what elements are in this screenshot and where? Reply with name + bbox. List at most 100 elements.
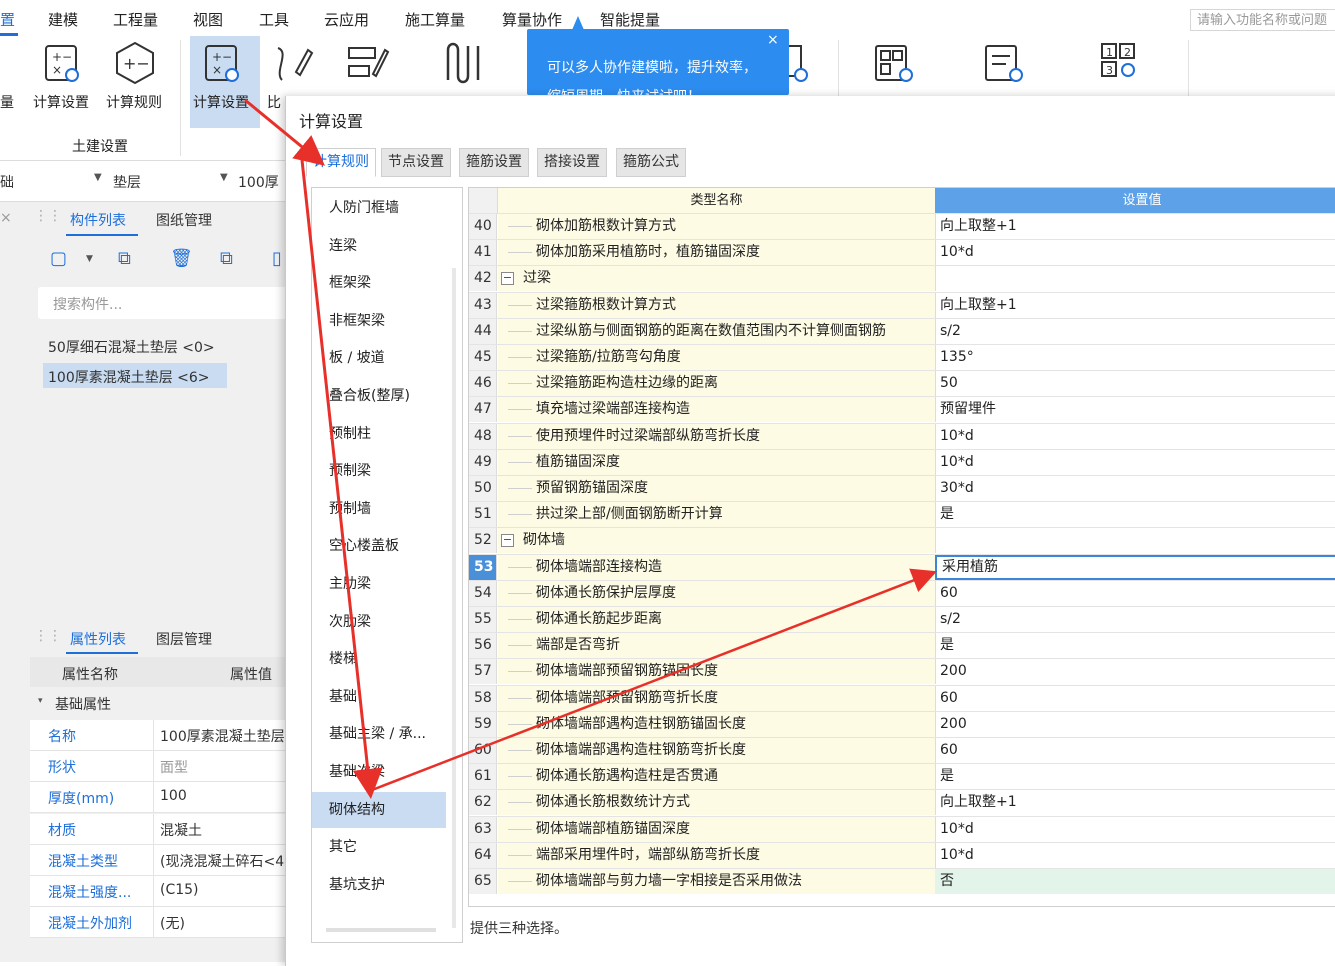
setting-value-cell[interactable]: 10*d: [935, 424, 1335, 449]
table-row[interactable]: 44 过梁纵筋与侧面钢筋的距离在数值范围内不计算侧面钢筋 s/2: [469, 317, 1335, 344]
setting-value-cell[interactable]: 向上取整+1: [935, 293, 1335, 318]
tab-node-settings[interactable]: 节点设置: [381, 148, 451, 177]
category-item[interactable]: 板 / 坡道: [312, 340, 446, 376]
category-h-scrollbar[interactable]: [326, 928, 436, 932]
table-row[interactable]: 45 过梁箍筋/拉筋弯勾角度 135°: [469, 344, 1335, 370]
setting-value-cell[interactable]: 10*d: [935, 843, 1335, 868]
tab-stirrup-settings[interactable]: 箍筋设置: [459, 148, 529, 177]
table-row[interactable]: 59 砌体墙端部遇构造柱钢筋锚固长度 200: [469, 710, 1335, 737]
category-item[interactable]: 叠合板(整厚): [312, 378, 446, 414]
table-row[interactable]: 42− 过梁: [469, 265, 1335, 292]
setting-value-cell[interactable]: 60: [935, 686, 1335, 711]
collapse-icon[interactable]: −: [501, 534, 514, 548]
setting-value-cell[interactable]: 50: [935, 371, 1335, 396]
table-row[interactable]: 64 端部采用埋件时，端部纵筋弯折长度 10*d: [469, 841, 1335, 868]
table-row[interactable]: 47 填充墙过梁端部连接构造 预留埋件: [469, 396, 1335, 423]
setting-value-cell[interactable]: 10*d: [935, 240, 1335, 265]
rebar-shape-icon[interactable]: [440, 40, 486, 86]
list-item[interactable]: 50厚细石混凝土垫层 <0>: [48, 337, 215, 357]
setting-value-cell[interactable]: 10*d: [935, 450, 1335, 475]
table-row[interactable]: 60 砌体墙端部遇构造柱钢筋弯折长度 60: [469, 737, 1335, 763]
setting-value-cell[interactable]: s/2: [935, 319, 1335, 344]
table-row[interactable]: 54 砌体通长筋保护层厚度 60: [469, 579, 1335, 606]
tab-drawing-mgmt[interactable]: 图纸管理: [156, 210, 212, 230]
setting-value-cell[interactable]: 向上取整+1: [935, 214, 1335, 239]
table-row[interactable]: 55 砌体通长筋起步距离 s/2: [469, 606, 1335, 632]
category-item[interactable]: 框架梁: [312, 265, 446, 301]
drag-handle-icon[interactable]: ⋮⋮: [34, 628, 62, 644]
category-item[interactable]: 基础: [312, 679, 446, 715]
edit-settings-icon[interactable]: [345, 40, 391, 86]
property-value[interactable]: 混凝土: [160, 820, 285, 840]
new-component-icon[interactable]: ▢: [50, 248, 67, 269]
table-row[interactable]: 50 预留钢筋锚固深度 30*d: [469, 475, 1335, 501]
category-item[interactable]: 次肋梁: [312, 604, 446, 640]
menu-item-collaboration[interactable]: 算量协作: [502, 9, 562, 30]
floor-dropdown-left[interactable]: 础: [0, 172, 14, 192]
grid-settings-icon[interactable]: [872, 42, 918, 88]
duplicate-icon[interactable]: ⧉: [220, 248, 233, 269]
category-item[interactable]: 预制梁: [312, 453, 446, 489]
chevron-down-icon[interactable]: ▼: [94, 172, 102, 183]
calc-settings-2-icon[interactable]: +− ×: [200, 42, 246, 88]
setting-value-cell[interactable]: 200: [935, 712, 1335, 737]
component-search-input[interactable]: 搜索构件...: [38, 287, 290, 319]
menu-item-modeling[interactable]: 建模: [48, 9, 78, 30]
setting-value-cell[interactable]: 是: [935, 633, 1335, 658]
setting-value-cell[interactable]: 60: [935, 581, 1335, 606]
copy-icon[interactable]: ⧉: [118, 248, 131, 269]
property-value[interactable]: 面型: [160, 757, 285, 777]
table-row[interactable]: 57 砌体墙端部预留钢筋锚固长度 200: [469, 658, 1335, 685]
chevron-down-icon[interactable]: ▼: [220, 172, 228, 183]
collapse-icon[interactable]: ▾: [38, 696, 43, 706]
category-item[interactable]: 砌体结构: [312, 791, 446, 828]
setting-value-cell[interactable]: 200: [935, 659, 1335, 684]
category-item[interactable]: 空心楼盖板: [312, 528, 446, 564]
setting-value-cell[interactable]: 是: [935, 764, 1335, 789]
table-row[interactable]: 56 端部是否弯折 是: [469, 632, 1335, 659]
menu-item-settings[interactable]: 置: [0, 9, 15, 30]
category-scrollbar[interactable]: [452, 268, 456, 928]
setting-value-cell[interactable]: 135°: [935, 345, 1335, 370]
category-item[interactable]: 楼梯: [312, 641, 446, 677]
function-search-input[interactable]: 请输入功能名称或问题: [1190, 9, 1335, 31]
setting-value-cell[interactable]: 是: [935, 502, 1335, 527]
menu-item-tools[interactable]: 工具: [259, 9, 289, 30]
table-row[interactable]: 40 砌体加筋根数计算方式 向上取整+1: [469, 213, 1335, 239]
tab-calc-rules[interactable]: 计算规则: [306, 148, 376, 177]
numbered-settings-icon[interactable]: 1 2 3: [1098, 40, 1144, 86]
menu-item-construction[interactable]: 施工算量: [405, 9, 465, 30]
setting-value-dropdown[interactable]: 采用植筋: [935, 554, 1335, 580]
tab-stirrup-formula[interactable]: 箍筋公式: [616, 148, 686, 177]
layer-icon[interactable]: ▯: [272, 248, 282, 269]
calc-settings-icon[interactable]: +− ×: [40, 42, 86, 88]
setting-value-cell[interactable]: 预留埋件: [935, 397, 1335, 422]
category-item[interactable]: 其它: [312, 829, 446, 865]
table-row[interactable]: 43 过梁箍筋根数计算方式 向上取整+1: [469, 291, 1335, 318]
menu-item-smart-extract[interactable]: 智能提量: [600, 9, 660, 30]
list-item-selected[interactable]: 100厚素混凝土垫层 <6>: [48, 367, 210, 387]
tab-layer-mgmt[interactable]: 图层管理: [156, 629, 212, 649]
property-value[interactable]: (无): [160, 913, 285, 933]
tab-component-list[interactable]: 构件列表: [70, 210, 126, 230]
setting-value-cell[interactable]: 10*d: [935, 817, 1335, 842]
calc-settings-2-button[interactable]: 计算设置: [193, 92, 249, 112]
setting-value-cell[interactable]: 30*d: [935, 476, 1335, 501]
table-row[interactable]: 49 植筋锚固深度 10*d: [469, 448, 1335, 475]
category-item[interactable]: 基础主梁 / 承...: [312, 716, 446, 752]
setting-value-cell[interactable]: 向上取整+1: [935, 790, 1335, 815]
table-row[interactable]: 41 砌体加筋采用植筋时，植筋锚固深度 10*d: [469, 239, 1335, 266]
menu-item-cloud[interactable]: 云应用: [324, 9, 369, 30]
category-item[interactable]: 预制墙: [312, 491, 446, 527]
chevron-down-icon[interactable]: ▼: [86, 254, 93, 264]
compare-button[interactable]: 比: [267, 92, 281, 112]
table-row[interactable]: 48 使用预埋件时过梁端部纵筋弯折长度 10*d: [469, 422, 1335, 449]
property-value[interactable]: 100厚素混凝土垫层: [160, 726, 285, 746]
close-icon[interactable]: ×: [767, 32, 779, 48]
table-row[interactable]: 53 砌体墙端部连接构造 采用植筋: [469, 553, 1335, 580]
table-row[interactable]: 51 拱过梁上部/侧面钢筋断开计算 是: [469, 501, 1335, 528]
category-item[interactable]: 预制柱: [312, 416, 446, 452]
category-item[interactable]: 基坑支护: [312, 867, 446, 903]
floor-dropdown-right[interactable]: 100厚: [238, 172, 279, 192]
table-row[interactable]: 65 砌体墙端部与剪力墙一字相接是否采用做法 否: [469, 868, 1335, 894]
